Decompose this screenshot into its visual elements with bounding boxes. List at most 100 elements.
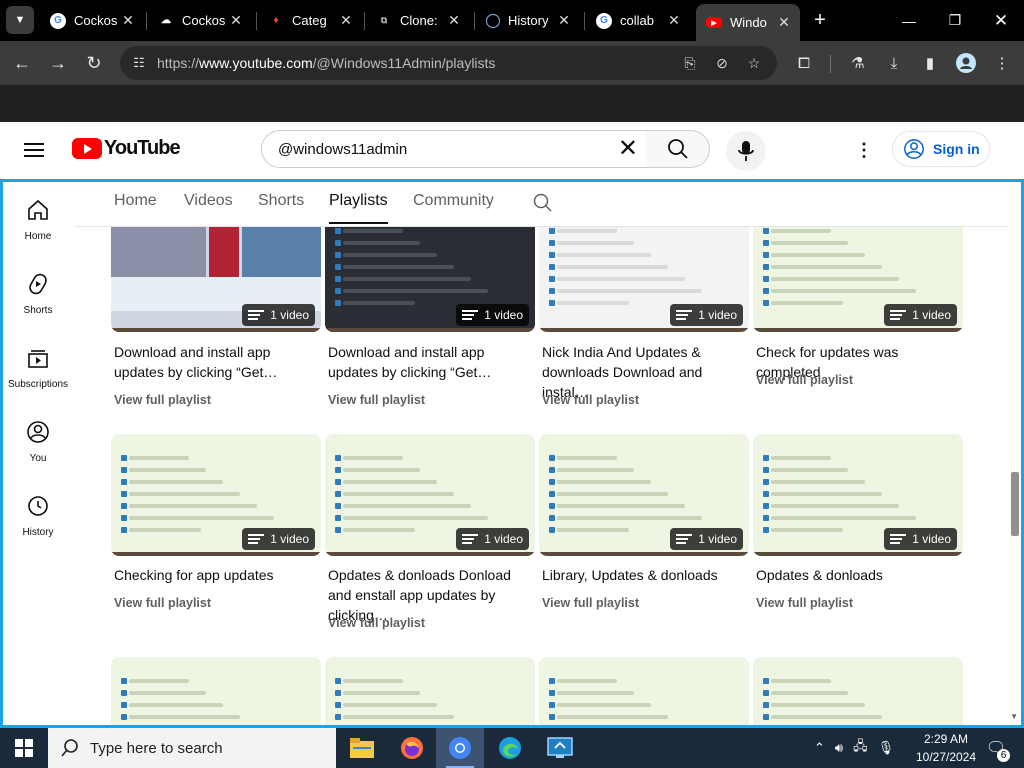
sidebar-item-subscriptions[interactable]: Subscriptions [3,346,73,390]
address-bar[interactable]: ☷ https://www.youtube.com/@Windows11Admi… [120,46,777,80]
tab-home[interactable]: Home [114,192,157,210]
close-icon[interactable]: ✕ [446,12,462,29]
home-icon [28,199,48,220]
taskbar-search-input[interactable]: Type here to search [48,728,336,768]
close-icon[interactable]: ✕ [556,12,572,29]
channel-search-icon[interactable] [533,193,553,213]
edge-icon[interactable] [486,728,534,768]
playlist-thumbnail[interactable]: 1 video [111,434,321,556]
url-text[interactable]: https://www.youtube.com/@Windows11Admin/… [157,55,495,71]
tab-shorts[interactable]: Shorts [258,192,304,210]
close-icon[interactable]: ✕ [120,12,136,29]
youtube-logo[interactable]: YouTube [72,137,181,160]
forward-button[interactable]: → [44,49,72,77]
network-icon[interactable]: 🖧︎ [853,737,868,759]
sidebar-item-home[interactable]: Home [3,198,73,242]
view-full-playlist-link[interactable]: View full playlist [542,596,639,610]
view-full-playlist-link[interactable]: View full playlist [756,373,853,387]
browser-tab[interactable]: ☁ Cockos ✕ [148,4,252,37]
playlist-title[interactable]: Opdates & donloads [756,565,962,585]
playlist-thumbnail[interactable]: 1 video [325,227,535,332]
install-app-icon[interactable]: ⎘ [680,53,700,73]
back-button[interactable]: ← [8,49,36,77]
browser-tab[interactable]: ⧉ Clone: ✕ [366,4,470,37]
close-icon[interactable]: ✕ [776,14,792,31]
side-panel-icon[interactable]: ▮ [918,51,942,75]
chevron-up-icon[interactable]: ⌃ [814,740,825,756]
playlist-thumbnail[interactable] [539,657,749,725]
playlist-title[interactable]: Download and install app updates by clic… [328,342,534,382]
view-full-playlist-link[interactable]: View full playlist [328,616,425,630]
tab-title: Categ [292,13,327,28]
playlist-thumbnail[interactable]: 1 video [111,227,321,332]
search-button[interactable] [646,130,710,168]
sidebar-item-history[interactable]: History [3,494,73,538]
site-info-icon[interactable]: ☷ [130,54,148,72]
playlist-thumbnail[interactable]: 1 video [325,434,535,556]
restore-button[interactable]: ❐ [932,0,978,41]
scrollbar-thumb[interactable] [1011,472,1019,536]
close-window-button[interactable]: ✕ [978,0,1024,41]
history-icon [28,496,48,516]
microphone-tray-icon[interactable]: 🎙︎ [878,740,895,756]
tab-videos[interactable]: Videos [184,192,233,210]
view-full-playlist-link[interactable]: View full playlist [114,596,211,610]
close-icon[interactable]: ✕ [666,12,682,29]
minimize-button[interactable]: — [886,0,932,41]
playlist-title[interactable]: Checking for app updates [114,565,320,585]
playlist-thumbnail[interactable] [753,657,963,725]
firefox-icon[interactable] [388,728,436,768]
sidebar-item-you[interactable]: You [3,420,73,464]
channel-tabs: Home Videos Shorts Playlists Community [75,182,1009,227]
playlist-title[interactable]: Library, Updates & donloads [542,565,748,585]
chrome-icon[interactable] [436,728,484,768]
sidebar-item-shorts[interactable]: Shorts [3,272,73,316]
view-full-playlist-link[interactable]: View full playlist [542,393,639,407]
sign-in-button[interactable]: Sign in [892,131,990,167]
browser-tab[interactable]: ♦ Categ ✕ [258,4,362,37]
view-full-playlist-link[interactable]: View full playlist [756,596,853,610]
volume-icon[interactable]: 🔊︎ [835,740,843,756]
sidebar-item-label: You [29,453,47,464]
close-icon[interactable]: ✕ [228,12,244,29]
playlist-thumbnail[interactable] [111,657,321,725]
extensions-icon[interactable]: ⧠ [792,51,816,75]
clock[interactable]: 2:29 AM 10/27/2024 [912,730,980,766]
playlist-thumbnail[interactable]: 1 video [539,434,749,556]
profile-icon[interactable] [954,51,978,75]
download-icon[interactable]: ⤓ [882,51,906,75]
search-input[interactable]: @windows11admin ✕ [261,130,647,168]
browser-tab[interactable]: G collab ✕ [586,4,690,37]
history-icon [486,13,500,28]
start-button[interactable] [0,728,48,768]
reload-button[interactable]: ↻ [80,49,108,77]
file-explorer-icon[interactable] [338,728,386,768]
search-icon [61,739,78,757]
view-full-playlist-link[interactable]: View full playlist [114,393,211,407]
browser-tab[interactable]: G Cockos ✕ [40,4,144,37]
browser-tab-active[interactable]: ▶ Windo ✕ [696,4,800,41]
voice-search-button[interactable] [726,131,766,171]
clear-search-icon[interactable]: ✕ [618,137,638,161]
notification-center-icon[interactable]: 🗨︎ 6 [984,736,1010,762]
tracking-protection-icon[interactable]: ⊘ [712,53,732,73]
tab-search-button[interactable]: ▼ [6,6,34,34]
new-tab-button[interactable]: + [806,6,834,34]
playlist-title[interactable]: Download and install app updates by clic… [114,342,320,382]
remote-desktop-icon[interactable] [536,728,584,768]
bookmark-star-icon[interactable]: ☆ [744,53,764,73]
hamburger-menu-icon[interactable] [24,139,48,161]
scroll-down-arrow[interactable]: ▼ [1010,712,1018,721]
settings-kebab-icon[interactable]: ⋮ [852,138,876,162]
tab-playlists[interactable]: Playlists [329,192,388,224]
playlist-thumbnail[interactable]: 1 video [539,227,749,332]
browser-tab[interactable]: History ✕ [476,4,580,37]
playlist-thumbnail[interactable] [325,657,535,725]
playlist-thumbnail[interactable]: 1 video [753,434,963,556]
tab-community[interactable]: Community [413,192,494,210]
playlist-thumbnail[interactable]: 1 video [753,227,963,332]
menu-kebab-icon[interactable]: ⋮ [990,51,1014,75]
view-full-playlist-link[interactable]: View full playlist [328,393,425,407]
close-icon[interactable]: ✕ [338,12,354,29]
labs-icon[interactable]: ⚗ [846,51,870,75]
